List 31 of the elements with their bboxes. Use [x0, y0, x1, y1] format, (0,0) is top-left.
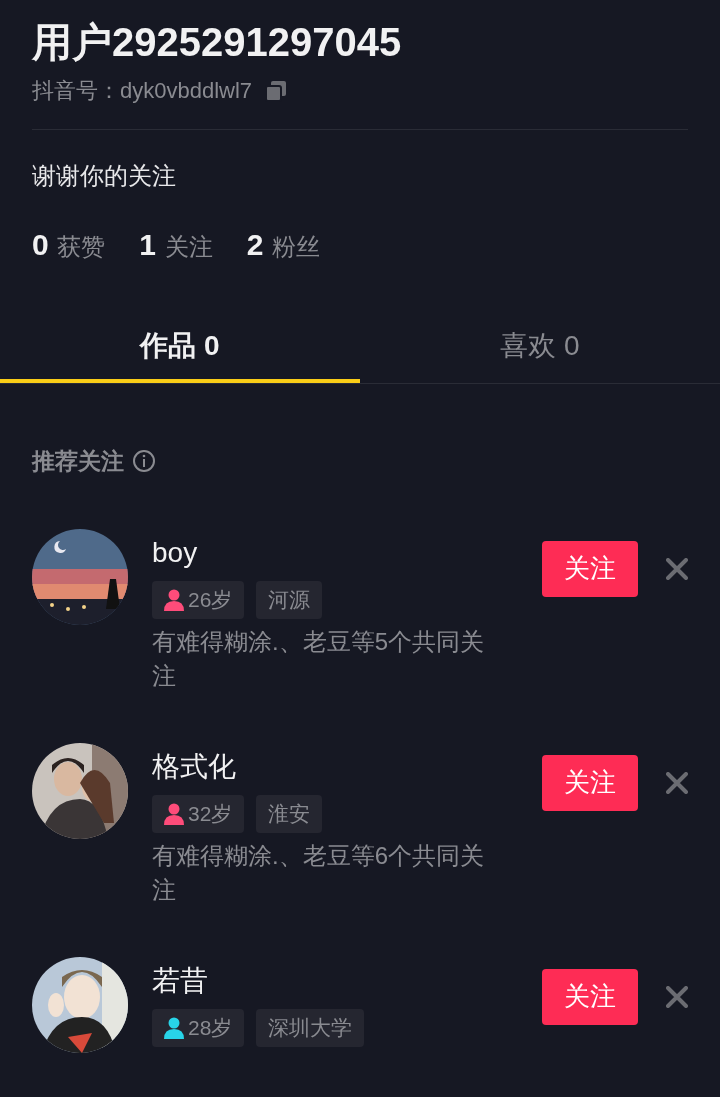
user-name[interactable]: boy [152, 534, 198, 571]
info-icon[interactable] [132, 449, 156, 474]
follow-button[interactable]: 关注 [542, 968, 638, 1025]
follow-button[interactable]: 关注 [542, 540, 638, 597]
stat-text: 1 关注 [139, 227, 213, 263]
close-icon[interactable] [666, 771, 688, 794]
close-icon[interactable] [666, 985, 688, 1008]
location-tag: 深圳大学 [256, 1008, 365, 1047]
person-icon [164, 1016, 184, 1039]
mutual-follow-text: 有难得糊涂.、老豆等6个共同关注 [152, 840, 485, 905]
person-icon [164, 588, 184, 611]
age-text: 28岁 [188, 1014, 233, 1041]
user-id: 抖音号：dyk0vbddlwl7 [32, 77, 253, 105]
stat-text: 2 粉丝 [246, 227, 321, 263]
user-name[interactable]: 若昔 [152, 962, 208, 999]
bio-text: 谢谢你的关注 [32, 161, 177, 191]
section-title: 推荐关注 [32, 447, 124, 476]
copy-icon[interactable] [264, 78, 289, 103]
stat-text: 0 获赞 [32, 227, 106, 263]
mutual-follow-text: 有难得糊涂.、老豆等5个共同关注 [152, 626, 485, 691]
profile-tab[interactable]: 作品 0 [0, 313, 360, 383]
follow-button[interactable]: 关注 [542, 754, 638, 811]
age-text: 32岁 [188, 800, 233, 827]
location-tag: 淮安 [256, 794, 323, 833]
profile-tab[interactable]: 喜欢 0 [360, 313, 720, 383]
profile-name: 用户2925291297045 [32, 19, 403, 66]
location-tag: 河源 [256, 580, 323, 619]
age-text: 26岁 [188, 586, 233, 613]
user-name[interactable]: 格式化 [152, 748, 236, 785]
person-icon [164, 802, 184, 825]
close-icon[interactable] [666, 557, 688, 580]
